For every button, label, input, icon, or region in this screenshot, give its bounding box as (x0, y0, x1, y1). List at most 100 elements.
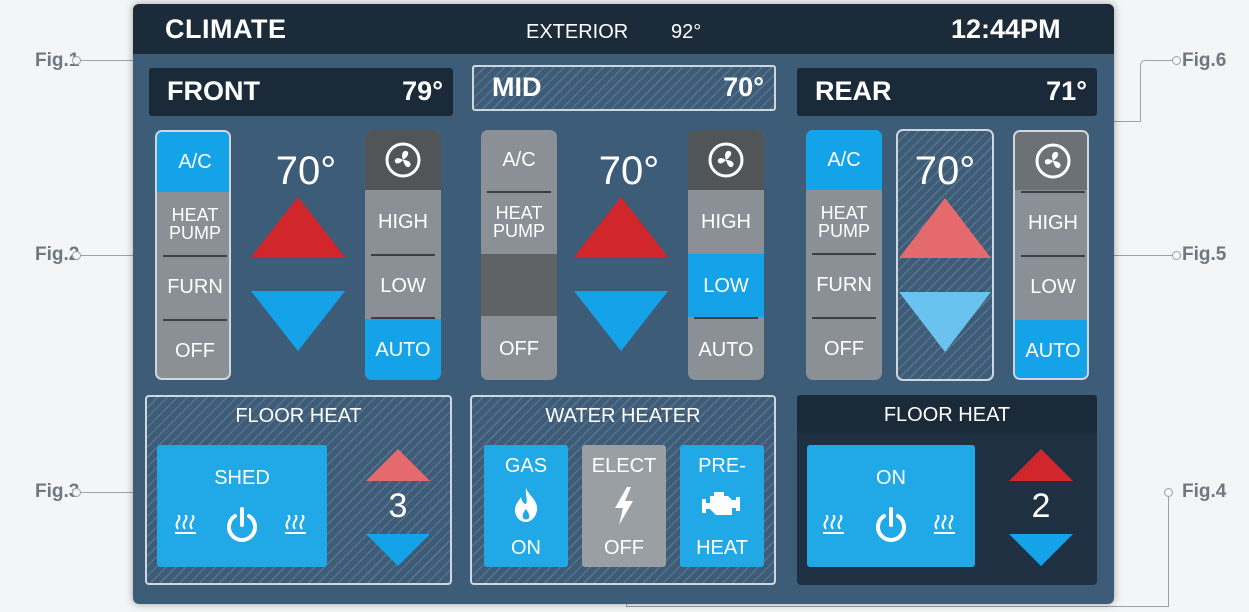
rear-mode-heat-pump[interactable]: HEAT PUMP (806, 192, 882, 252)
heat-wave-icon (175, 515, 196, 534)
rear-floor-heat-panel: FLOOR HEAT ON 2 (797, 395, 1097, 585)
rear-mode-selector[interactable]: A/C HEAT PUMP FURN OFF (806, 130, 882, 380)
water-heater-panel: WATER HEATER GAS ON ELECT OFF PRE- HEAT (470, 395, 776, 585)
mid-setpoint: 70° (598, 149, 660, 193)
heat-wave-icon (285, 515, 306, 534)
rear-floor-heat-level: 2 (1031, 487, 1051, 525)
mid-mode-heat-pump[interactable]: HEAT PUMP (481, 192, 557, 252)
rear-mode-ac[interactable]: A/C (806, 130, 882, 190)
exterior-label: EXTERIOR (526, 21, 629, 43)
mid-fan-low[interactable]: LOW (688, 254, 764, 317)
app-title: CLIMATE (165, 14, 287, 44)
front-floor-heat-label: SHED (214, 467, 270, 489)
front-floor-heat-button[interactable]: SHED (157, 445, 327, 567)
water-heater-preheat-label: PRE- (698, 455, 746, 477)
callout-fig6-leader (1140, 60, 1172, 122)
climate-screen: CLIMATE EXTERIOR 92° 12:44PM FRONT 79° A… (133, 4, 1114, 604)
water-heater-elect-button[interactable]: ELECT OFF (582, 445, 666, 567)
mid-temp-down-button[interactable] (574, 291, 668, 351)
callout-fig3-dot (72, 488, 81, 497)
rear-zone-name: REAR (815, 76, 892, 106)
rear-floor-heat-title: FLOOR HEAT (883, 404, 1011, 426)
mid-fan-icon (688, 130, 764, 190)
callout-fig5: Fig.5 (1182, 244, 1227, 265)
front-fan-low[interactable]: LOW (365, 255, 441, 317)
callout-fig2-dot (72, 251, 81, 260)
rear-floor-heat-button[interactable]: ON (807, 445, 975, 567)
front-mode-selector[interactable]: A/C HEAT PUMP FURN OFF (155, 130, 231, 380)
callout-fig5-dot (1172, 251, 1181, 260)
rear-fan-low[interactable]: LOW (1015, 256, 1087, 318)
callout-fig6-dot (1172, 56, 1181, 65)
front-floor-heat-down-button[interactable] (366, 534, 430, 566)
callout-fig6: Fig.6 (1182, 50, 1227, 71)
front-fan-high[interactable]: HIGH (365, 191, 441, 253)
front-fan-icon (365, 130, 441, 190)
mid-mode-selector[interactable]: A/C HEAT PUMP OFF (481, 130, 557, 380)
front-temp-up-button[interactable] (251, 197, 345, 257)
callout-fig4: Fig.4 (1182, 481, 1227, 502)
callout-fig1-dot (72, 56, 81, 65)
front-floor-heat-title: FLOOR HEAT (235, 405, 362, 427)
water-heater-preheat-state: HEAT (696, 537, 748, 559)
water-heater-elect-state: OFF (604, 537, 644, 559)
rear-fan-icon (1015, 132, 1087, 190)
mid-zone-header: MID 70° (472, 65, 776, 111)
rear-setpoint: 70° (914, 149, 976, 193)
mid-mode-empty (481, 254, 557, 316)
rear-setpoint-control: 70° (896, 129, 994, 381)
rear-zone-temp: 71° (1046, 76, 1087, 106)
front-mode-off[interactable]: OFF (157, 320, 229, 378)
rear-temp-up-button[interactable] (899, 198, 991, 258)
engine-icon (702, 492, 740, 515)
front-temp-down-button[interactable] (251, 291, 345, 351)
callout-fig4-dot (1164, 488, 1173, 497)
rear-fan-auto[interactable]: AUTO (1015, 320, 1087, 378)
power-icon (876, 507, 906, 542)
flame-icon (515, 488, 538, 522)
stage: Fig.1 Fig.2 Fig.3 Fig.6 Fig.5 Fig.4 CLIM… (0, 0, 1249, 612)
water-heater-title: WATER HEATER (545, 405, 701, 427)
mid-mode-ac[interactable]: A/C (481, 130, 557, 190)
top-bar: CLIMATE EXTERIOR 92° 12:44PM (133, 4, 1114, 54)
water-heater-gas-state: ON (511, 537, 541, 559)
water-heater-gas-label: GAS (504, 455, 548, 477)
front-setpoint: 70° (275, 149, 337, 193)
front-zone-name: FRONT (167, 76, 260, 106)
rear-floor-heat-up-button[interactable] (1009, 449, 1073, 481)
rear-zone-header: REAR 71° (797, 68, 1097, 116)
exterior-temp: 92° (671, 21, 702, 43)
rear-fan-selector[interactable]: HIGH LOW AUTO (1013, 130, 1089, 380)
power-icon (227, 507, 257, 542)
rear-mode-off[interactable]: OFF (806, 318, 882, 380)
front-floor-heat-panel: FLOOR HEAT SHED 3 (145, 395, 452, 585)
front-fan-selector[interactable]: HIGH LOW AUTO (365, 130, 441, 380)
rear-mode-furn[interactable]: FURN (806, 254, 882, 316)
rear-floor-heat-label: ON (876, 467, 906, 489)
rear-temp-down-button[interactable] (899, 292, 991, 352)
front-mode-heat-pump[interactable]: HEAT PUMP (157, 194, 229, 254)
front-floor-heat-level: 3 (388, 487, 408, 525)
front-zone-header: FRONT 79° (149, 68, 453, 116)
mid-zone-temp: 70° (723, 72, 764, 102)
front-mode-ac[interactable]: A/C (157, 132, 229, 192)
heat-wave-icon (823, 515, 844, 534)
water-heater-gas-button[interactable]: GAS ON (484, 445, 568, 567)
mid-mode-off[interactable]: OFF (481, 318, 557, 380)
mid-fan-selector[interactable]: HIGH LOW AUTO (688, 130, 764, 380)
mid-fan-auto[interactable]: AUTO (688, 319, 764, 380)
water-heater-preheat-button[interactable]: PRE- HEAT (680, 445, 764, 567)
front-floor-heat-up-button[interactable] (366, 449, 430, 481)
clock: 12:44PM (951, 14, 1061, 44)
heat-wave-icon (934, 515, 955, 534)
front-zone-temp: 79° (402, 76, 443, 106)
front-mode-furn[interactable]: FURN (157, 256, 229, 318)
rear-floor-heat-down-button[interactable] (1009, 534, 1073, 566)
mid-fan-high[interactable]: HIGH (688, 191, 764, 253)
mid-temp-up-button[interactable] (574, 197, 668, 257)
front-fan-auto[interactable]: AUTO (365, 319, 441, 380)
mid-zone-name: MID (492, 72, 542, 102)
bolt-icon (615, 487, 633, 525)
water-heater-elect-label: ELECT (591, 455, 657, 477)
rear-fan-high[interactable]: HIGH (1015, 192, 1087, 254)
